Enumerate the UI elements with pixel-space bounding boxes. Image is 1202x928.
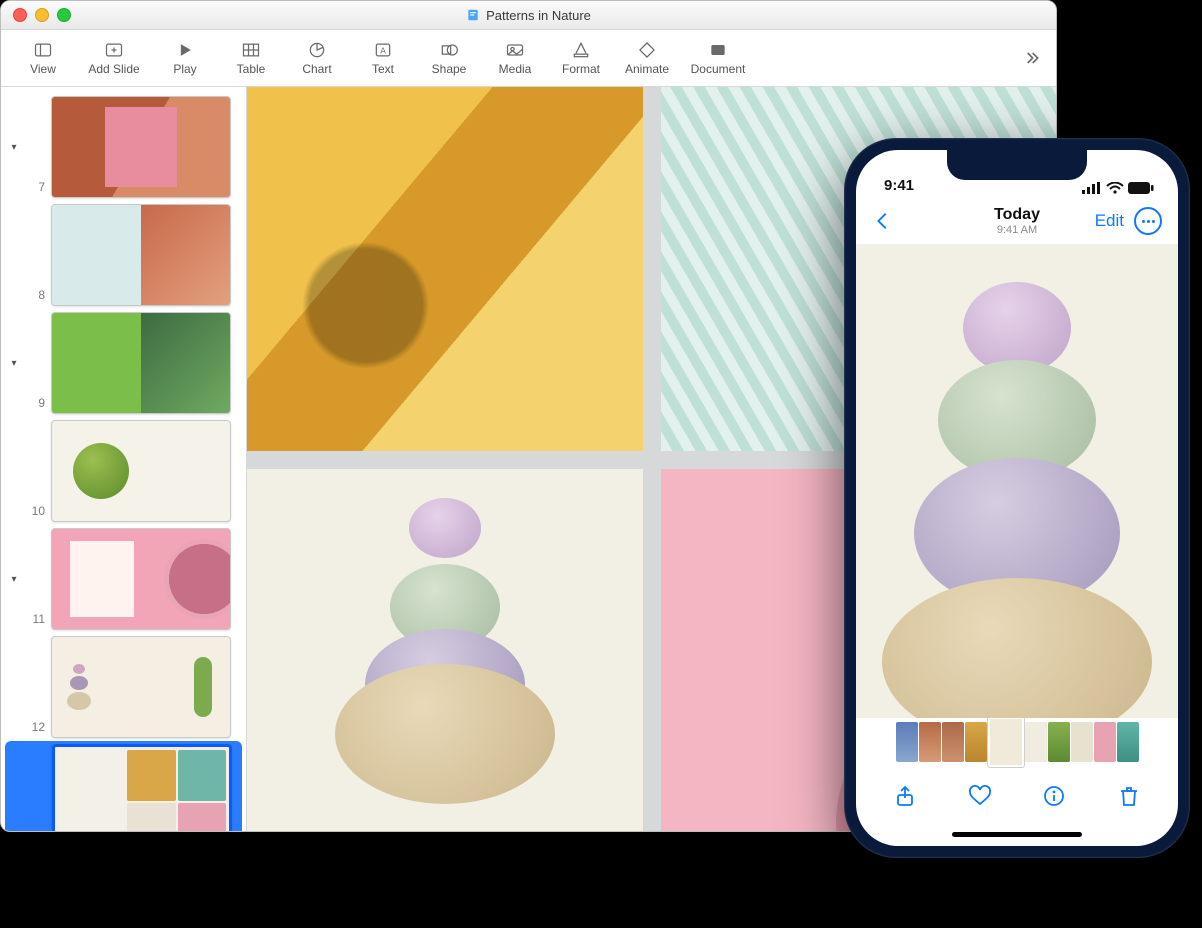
more-options-button[interactable] <box>1134 207 1162 235</box>
view-button[interactable]: View <box>11 36 75 80</box>
document-button[interactable]: Document <box>681 36 755 80</box>
edit-button[interactable]: Edit <box>1095 211 1124 231</box>
status-time: 9:41 <box>884 177 914 194</box>
chart-button[interactable]: Chart <box>285 36 349 80</box>
document-title: Patterns in Nature <box>1 1 1056 29</box>
slide-preview <box>52 744 233 832</box>
thumb-item[interactable] <box>896 722 918 762</box>
slide-preview <box>51 312 231 414</box>
add-slide-button[interactable]: Add Slide <box>77 36 151 80</box>
media-button[interactable]: Media <box>483 36 547 80</box>
slide-thumbnail-7[interactable]: ▾ 7 <box>1 93 246 201</box>
slide-number: 10 <box>27 504 45 522</box>
slide-preview <box>51 420 231 522</box>
svg-text:A: A <box>380 45 386 55</box>
disclosure-triangle-icon[interactable]: ▾ <box>7 574 21 585</box>
iphone-device: 9:41 Today 9:41 AM Edit <box>844 138 1190 858</box>
disclosure-triangle-icon[interactable]: ▾ <box>7 142 21 153</box>
thumb-item[interactable] <box>1025 722 1047 762</box>
share-icon[interactable] <box>893 784 917 808</box>
thumb-item[interactable] <box>942 722 964 762</box>
thumb-item-selected[interactable] <box>988 717 1024 767</box>
image-stacked-urchins[interactable] <box>247 469 643 832</box>
trash-icon[interactable] <box>1117 784 1141 808</box>
thumb-item[interactable] <box>1094 722 1116 762</box>
titlebar: Patterns in Nature <box>1 1 1056 30</box>
slide-thumbnail-10[interactable]: ▾ 10 <box>1 417 246 525</box>
photos-toolbar <box>856 766 1178 826</box>
shape-button[interactable]: Shape <box>417 36 481 80</box>
thumb-item[interactable] <box>965 722 987 762</box>
photo-viewer[interactable] <box>856 244 1178 718</box>
slide-number: 8 <box>27 288 45 306</box>
slide-thumbnail-11[interactable]: ▾ 11 <box>1 525 246 633</box>
slide-preview <box>51 96 231 198</box>
table-button[interactable]: Table <box>219 36 283 80</box>
home-indicator[interactable] <box>856 826 1178 846</box>
iphone-notch <box>947 150 1087 180</box>
info-icon[interactable] <box>1042 784 1066 808</box>
toolbar: View Add Slide Play Table Chart A Text S… <box>1 30 1056 87</box>
battery-icon <box>1128 182 1154 194</box>
slide-preview <box>51 636 231 738</box>
cellular-signal-icon <box>1082 182 1102 194</box>
keynote-file-icon <box>466 8 480 22</box>
favorite-heart-icon[interactable] <box>968 784 992 808</box>
back-chevron-icon[interactable] <box>872 210 894 232</box>
photo-thumbnail-strip[interactable] <box>856 718 1178 766</box>
wifi-icon <box>1106 182 1124 194</box>
thumb-item[interactable] <box>919 722 941 762</box>
slide-thumbnail-13[interactable]: ▾ 13 <box>5 741 242 832</box>
slide-number: 9 <box>27 396 45 414</box>
iphone-screen: 9:41 Today 9:41 AM Edit <box>856 150 1178 846</box>
slide-preview <box>51 528 231 630</box>
slide-number: 7 <box>27 180 45 198</box>
slide-thumbnail-9[interactable]: ▾ 9 <box>1 309 246 417</box>
slide-preview <box>51 204 231 306</box>
format-button[interactable]: Format <box>549 36 613 80</box>
slide-number: 11 <box>27 612 45 630</box>
disclosure-triangle-icon[interactable]: ▾ <box>7 358 21 369</box>
text-button[interactable]: A Text <box>351 36 415 80</box>
thumb-item[interactable] <box>1071 722 1093 762</box>
slide-thumbnail-8[interactable]: ▾ 8 <box>1 201 246 309</box>
play-button[interactable]: Play <box>153 36 217 80</box>
slide-thumbnail-12[interactable]: ▾ 12 <box>1 633 246 741</box>
toolbar-overflow-button[interactable] <box>1016 48 1046 68</box>
slide-number: 12 <box>27 720 45 738</box>
thumb-item[interactable] <box>1048 722 1070 762</box>
animate-button[interactable]: Animate <box>615 36 679 80</box>
image-honeycomb[interactable] <box>247 87 643 451</box>
slide-navigator[interactable]: ▾ 7 ▾ 8 ▾ 9 ▾ 10 ▾ 11 <box>1 87 247 832</box>
photos-nav-bar: Today 9:41 AM Edit <box>856 198 1178 244</box>
thumb-item[interactable] <box>1117 722 1139 762</box>
nav-title: Today 9:41 AM <box>952 206 1082 236</box>
